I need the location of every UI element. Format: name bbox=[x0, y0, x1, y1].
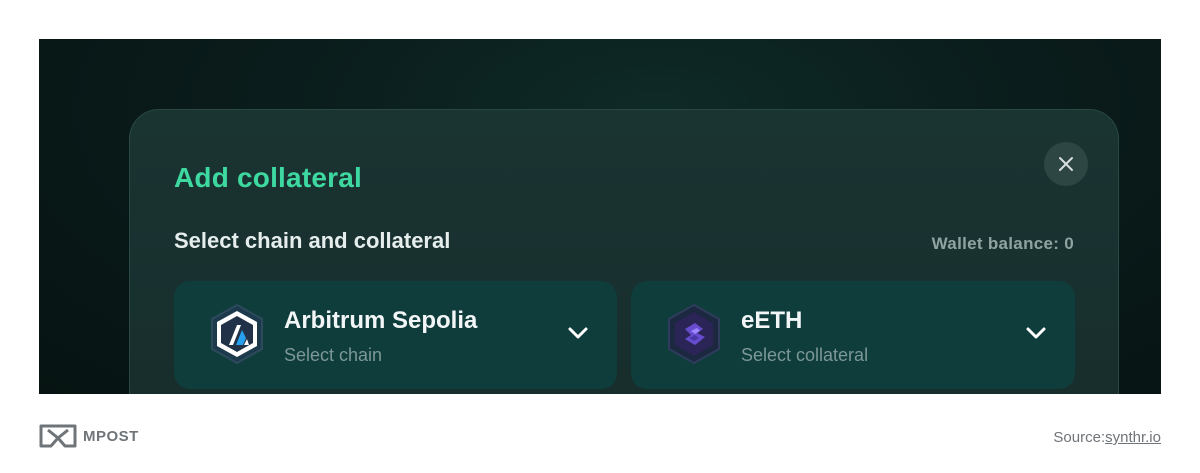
modal-title: Add collateral bbox=[174, 162, 362, 193]
chevron-down-icon bbox=[568, 327, 588, 339]
chevron-down-icon bbox=[1026, 327, 1046, 339]
chain-selector[interactable]: Arbitrum Sepolia Select chain bbox=[174, 281, 617, 389]
collateral-selector[interactable]: eETH Select collateral bbox=[631, 281, 1075, 389]
screenshot-frame: Add collateral Select chain and collater… bbox=[39, 39, 1161, 394]
add-collateral-modal: Add collateral Select chain and collater… bbox=[129, 109, 1119, 394]
mpost-logo: MPOST bbox=[39, 424, 139, 448]
wallet-balance: Wallet balance: 0 bbox=[931, 234, 1074, 253]
chain-hint: Select chain bbox=[284, 345, 383, 365]
brand-name: MPOST bbox=[83, 427, 139, 445]
page: Add collateral Select chain and collater… bbox=[0, 0, 1200, 473]
chain-name: Arbitrum Sepolia bbox=[284, 307, 478, 334]
source-credit: Source:synthr.io bbox=[1053, 429, 1161, 446]
source-prefix: Source: bbox=[1053, 429, 1106, 446]
arbitrum-icon bbox=[211, 303, 263, 365]
close-icon bbox=[1059, 157, 1073, 171]
section-label: Select chain and collateral bbox=[174, 228, 451, 253]
eeth-icon bbox=[668, 303, 720, 365]
source-link[interactable]: synthr.io bbox=[1105, 429, 1161, 446]
mpost-logo-icon bbox=[39, 424, 77, 448]
collateral-hint: Select collateral bbox=[741, 345, 869, 365]
collateral-name: eETH bbox=[741, 307, 803, 334]
close-button[interactable] bbox=[1044, 142, 1088, 186]
